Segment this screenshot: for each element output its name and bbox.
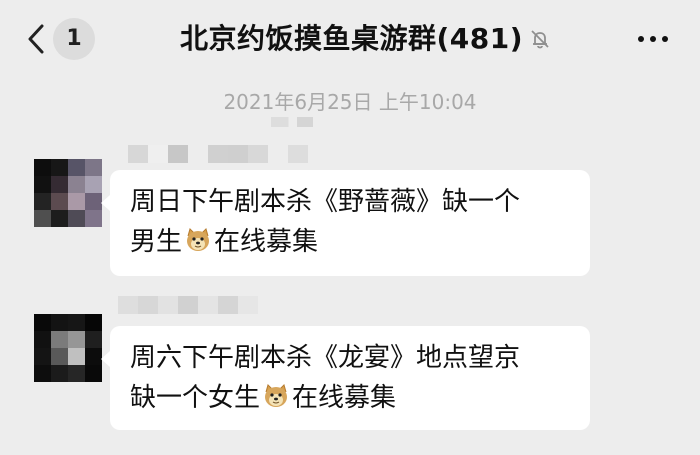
chat-title-area[interactable]: 北京约饭摸鱼桌游群(481) xyxy=(180,20,551,58)
more-options-icon[interactable] xyxy=(636,29,670,49)
message-text: 在线募集 xyxy=(292,383,397,413)
avatar[interactable] xyxy=(34,159,102,227)
message-text: 男生 xyxy=(130,227,183,257)
back-arrow-icon[interactable] xyxy=(22,20,52,58)
message-text: 缺一个女生 xyxy=(130,383,261,413)
doge-emoji-icon xyxy=(261,382,291,410)
blurred-sender-fragment xyxy=(271,117,329,127)
chat-title: 北京约饭摸鱼桌游群(481) xyxy=(180,22,524,55)
message-line: 周日下午剧本杀《野蔷薇》缺一个 xyxy=(130,187,521,217)
unread-count-badge[interactable]: 1 xyxy=(53,18,95,60)
doge-emoji-icon xyxy=(183,226,213,254)
message-timestamp: 2021年6月25日 上午10:04 xyxy=(223,90,477,114)
message-text: 在线募集 xyxy=(214,227,319,257)
message-line: 周六下午剧本杀《龙宴》地点望京 xyxy=(130,343,521,373)
chat-header: 1 北京约饭摸鱼桌游群(481) xyxy=(0,0,700,76)
blurred-sender-name xyxy=(118,296,258,314)
blurred-sender-name xyxy=(128,145,308,163)
avatar[interactable] xyxy=(34,314,102,382)
message-line: 男生 在线募集 xyxy=(130,222,574,262)
mute-bell-icon xyxy=(531,30,549,49)
message-bubble[interactable]: 周六下午剧本杀《龙宴》地点望京 缺一个女生 在线募集 xyxy=(101,326,590,430)
message-bubble[interactable]: 周日下午剧本杀《野蔷薇》缺一个 男生 在线募集 xyxy=(101,170,590,276)
message-line: 缺一个女生 在线募集 xyxy=(130,378,574,418)
